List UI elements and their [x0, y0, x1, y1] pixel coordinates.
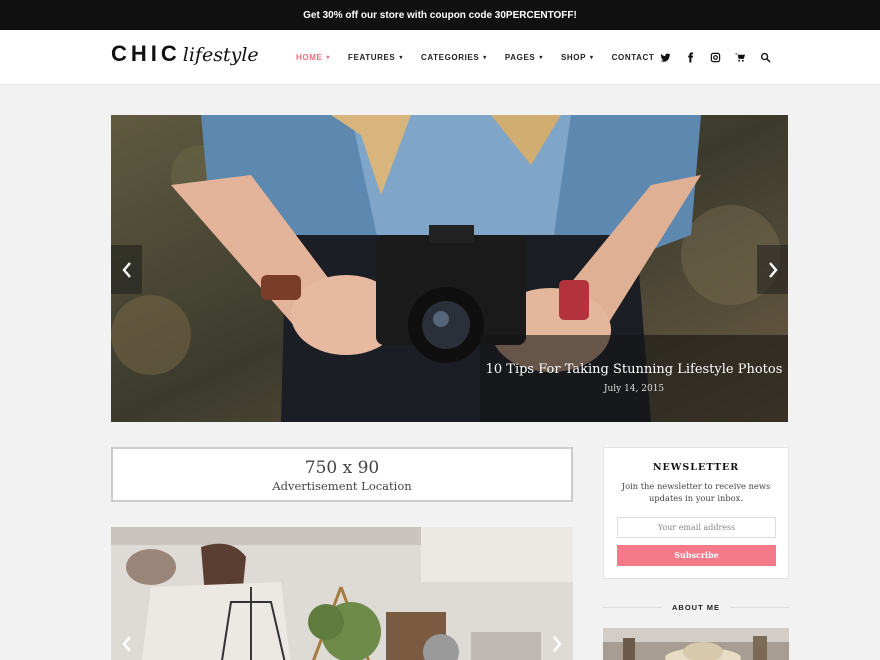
logo-main-text: CHIC [111, 41, 181, 66]
slider-next-button[interactable] [757, 245, 788, 294]
nav-label: FEATURES [348, 53, 396, 62]
slide-title[interactable]: 10 Tips For Taking Stunning Lifestyle Ph… [480, 362, 788, 377]
facebook-icon[interactable] [685, 52, 696, 63]
ad-label: Advertisement Location [272, 479, 412, 493]
featured-slider[interactable]: 10 Tips For Taking Stunning Lifestyle Ph… [111, 115, 788, 422]
social-icons [660, 30, 785, 85]
main-nav: HOME ▾ FEATURES ▾ CATEGORIES ▾ PAGES ▾ S… [296, 30, 672, 85]
post-photo [111, 527, 573, 660]
site-logo[interactable]: CHIC lifestyle [111, 41, 259, 71]
gallery-prev-button[interactable] [115, 626, 139, 660]
nav-item-features[interactable]: FEATURES ▾ [348, 53, 403, 62]
nav-item-shop[interactable]: SHOP ▾ [561, 53, 594, 62]
nav-item-contact[interactable]: CONTACT [612, 53, 655, 62]
slider-prev-button[interactable] [111, 245, 142, 294]
slider-caption[interactable]: 10 Tips For Taking Stunning Lifestyle Ph… [480, 335, 788, 422]
newsletter-title: NEWSLETTER [652, 462, 740, 473]
chevron-down-icon: ▾ [539, 55, 543, 61]
nav-label: CONTACT [611, 53, 655, 62]
newsletter-text: Join the newsletter to receive news upda… [621, 481, 771, 503]
site-header: CHIC lifestyle HOME ▾ FEATURES ▾ CATEGOR… [0, 30, 880, 85]
cart-icon[interactable] [735, 52, 746, 63]
chevron-right-icon [553, 636, 562, 652]
chevron-down-icon: ▾ [399, 55, 403, 61]
email-field[interactable]: Your email address [617, 517, 776, 538]
nav-item-pages[interactable]: PAGES ▾ [505, 53, 543, 62]
slide-date: July 14, 2015 [603, 384, 665, 394]
about-me-photo[interactable] [603, 628, 789, 660]
chevron-down-icon: ▾ [483, 55, 487, 61]
promo-text: Get 30% off our store with coupon code 3… [303, 9, 577, 21]
nav-label: CATEGORIES [420, 53, 480, 62]
ad-size: 750 x 90 [304, 458, 380, 478]
twitter-icon[interactable] [660, 52, 671, 63]
search-icon[interactable] [760, 52, 771, 63]
about-title: ABOUT ME [672, 602, 720, 612]
chevron-left-icon [122, 636, 131, 652]
post-gallery[interactable] [111, 527, 573, 660]
divider [603, 606, 662, 608]
chevron-left-icon [121, 261, 131, 278]
logo-sub-text: lifestyle [182, 44, 259, 66]
nav-label: HOME [296, 53, 323, 62]
subscribe-button[interactable]: Subscribe [617, 545, 776, 566]
advertisement-box[interactable]: 750 x 90 Advertisement Location [111, 447, 573, 502]
chevron-right-icon [768, 261, 778, 278]
promo-bar: Get 30% off our store with coupon code 3… [0, 0, 880, 30]
nav-item-categories[interactable]: CATEGORIES ▾ [421, 53, 487, 62]
instagram-icon[interactable] [710, 52, 721, 63]
gallery-next-button[interactable] [545, 626, 569, 660]
divider [730, 606, 789, 608]
about-me-heading: ABOUT ME [603, 600, 789, 614]
about-photo [603, 628, 789, 660]
nav-item-home[interactable]: HOME ▾ [296, 53, 330, 62]
nav-label: SHOP [560, 53, 587, 62]
chevron-down-icon: ▾ [326, 55, 331, 61]
chevron-down-icon: ▾ [590, 55, 594, 61]
nav-label: PAGES [504, 53, 536, 62]
newsletter-widget: NEWSLETTER Join the newsletter to receiv… [603, 447, 789, 579]
